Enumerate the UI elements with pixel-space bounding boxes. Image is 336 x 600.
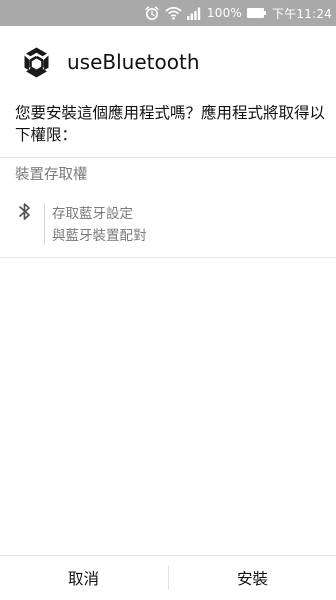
cancel-button[interactable]: 取消 [0, 556, 167, 600]
app-header: useBluetooth [0, 26, 336, 100]
status-bar: 100% 下午11:24 [0, 0, 336, 26]
battery-percent: 100% [206, 6, 243, 20]
install-prompt: 您要安裝這個應用程式嗎？應用程式將取得以下權限： [15, 104, 326, 144]
wifi-icon [165, 5, 182, 21]
install-screen: 100% 下午11:24 useBluetooth 您要安裝這個應用程式嗎？應用… [0, 0, 336, 600]
app-name: useBluetooth [67, 50, 200, 74]
status-time: 下午11:24 [272, 6, 332, 21]
permission-item: 存取藍牙設定 與藍牙裝置配對 [0, 198, 336, 248]
install-button[interactable]: 安裝 [169, 556, 336, 600]
unity-logo-icon [20, 46, 53, 79]
permission-label: 與藍牙裝置配對 [52, 228, 147, 244]
alarm-icon [144, 5, 160, 21]
permission-divider [44, 203, 45, 245]
divider [0, 157, 336, 158]
permission-section-title: 裝置存取權 [15, 167, 88, 183]
signal-icon [186, 5, 202, 21]
bluetooth-icon [16, 201, 34, 223]
divider [0, 257, 336, 258]
permission-label: 存取藍牙設定 [52, 206, 133, 222]
battery-icon [247, 8, 267, 18]
